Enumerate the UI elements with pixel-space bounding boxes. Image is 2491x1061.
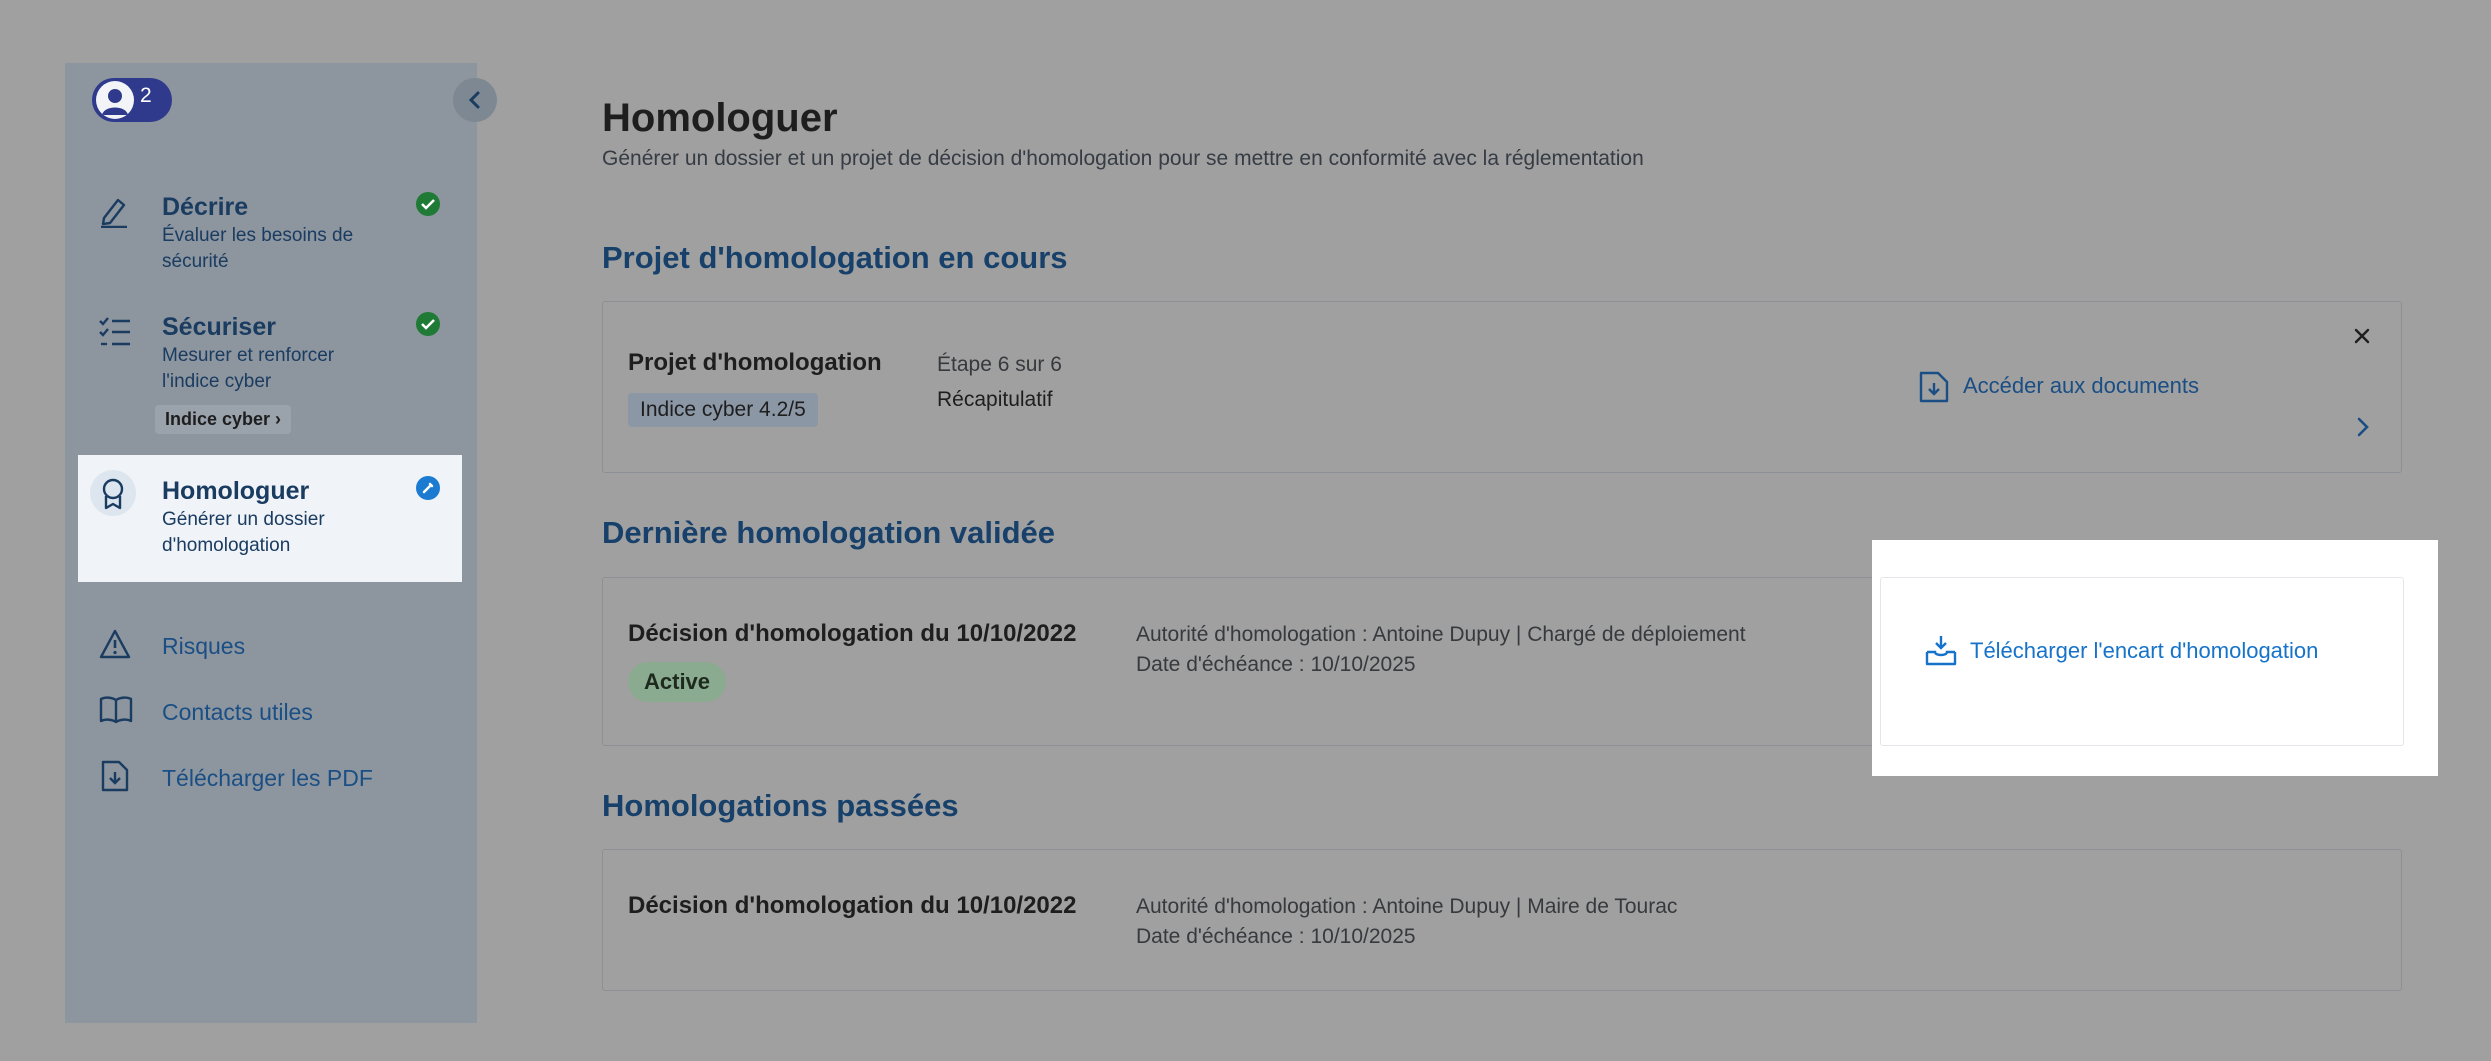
last-decision-title: Décision d'homologation du 10/10/2022 (628, 620, 1077, 647)
download-file-icon (1918, 370, 1950, 409)
page-subtitle: Générer un dossier et un projet de décis… (602, 147, 1644, 170)
pencil-icon (98, 194, 130, 233)
page-title: Homologuer (602, 96, 838, 140)
status-badge: Active (628, 662, 727, 702)
nav-item-decrire[interactable]: Décrire (162, 193, 248, 222)
checklist-icon (98, 316, 132, 353)
book-icon (99, 695, 133, 730)
section-title-past: Homologations passées (602, 788, 959, 823)
chevron-left-icon (468, 91, 480, 109)
check-icon (416, 312, 440, 336)
link-contacts-utiles[interactable]: Contacts utiles (162, 699, 313, 726)
check-icon (416, 192, 440, 216)
past-expiry: Date d'échéance : 10/10/2025 (1136, 925, 1416, 948)
indice-cyber-badge: Indice cyber 4.2/5 (628, 393, 818, 427)
current-project-title: Projet d'homologation (628, 349, 882, 376)
edit-icon (416, 476, 440, 500)
link-risques[interactable]: Risques (162, 633, 245, 660)
section-title-current: Projet d'homologation en cours (602, 240, 1068, 275)
section-title-last: Dernière homologation validée (602, 515, 1056, 550)
download-file-icon (100, 759, 130, 798)
nav-item-securiser-subtitle: Mesurer et renforcer l'indice cyber (162, 345, 335, 392)
award-icon (90, 470, 136, 516)
download-encart-link[interactable]: Télécharger l'encart d'homologation (1970, 638, 2318, 664)
nav-item-decrire-subtitle: Évaluer les besoins de sécurité (162, 225, 354, 272)
close-icon[interactable] (2352, 326, 2372, 351)
last-expiry: Date d'échéance : 10/10/2025 (1136, 653, 1416, 676)
indice-cyber-chip[interactable]: Indice cyber › (155, 405, 292, 434)
nav-item-homologuer[interactable]: Homologuer (162, 477, 309, 506)
contributors-count: 2 (140, 84, 152, 107)
current-step: Étape 6 sur 6 (937, 353, 1062, 376)
chevron-right-icon[interactable] (2356, 416, 2370, 443)
inbox-download-icon (1924, 634, 1958, 673)
current-step-name: Récapitulatif (937, 388, 1053, 411)
collapse-sidebar-button[interactable] (453, 78, 497, 122)
nav-item-homologuer-subtitle: Générer un dossier d'homologation (162, 509, 325, 556)
last-authority: Autorité d'homologation : Antoine Dupuy … (1136, 623, 1746, 646)
past-authority: Autorité d'homologation : Antoine Dupuy … (1136, 895, 1678, 918)
avatar (96, 81, 134, 119)
past-decision-title: Décision d'homologation du 10/10/2022 (628, 892, 1077, 919)
link-telecharger-pdf[interactable]: Télécharger les PDF (162, 765, 373, 792)
nav-item-securiser[interactable]: Sécuriser (162, 313, 276, 342)
access-documents-link[interactable]: Accéder aux documents (1963, 373, 2199, 399)
warning-icon (99, 629, 131, 664)
